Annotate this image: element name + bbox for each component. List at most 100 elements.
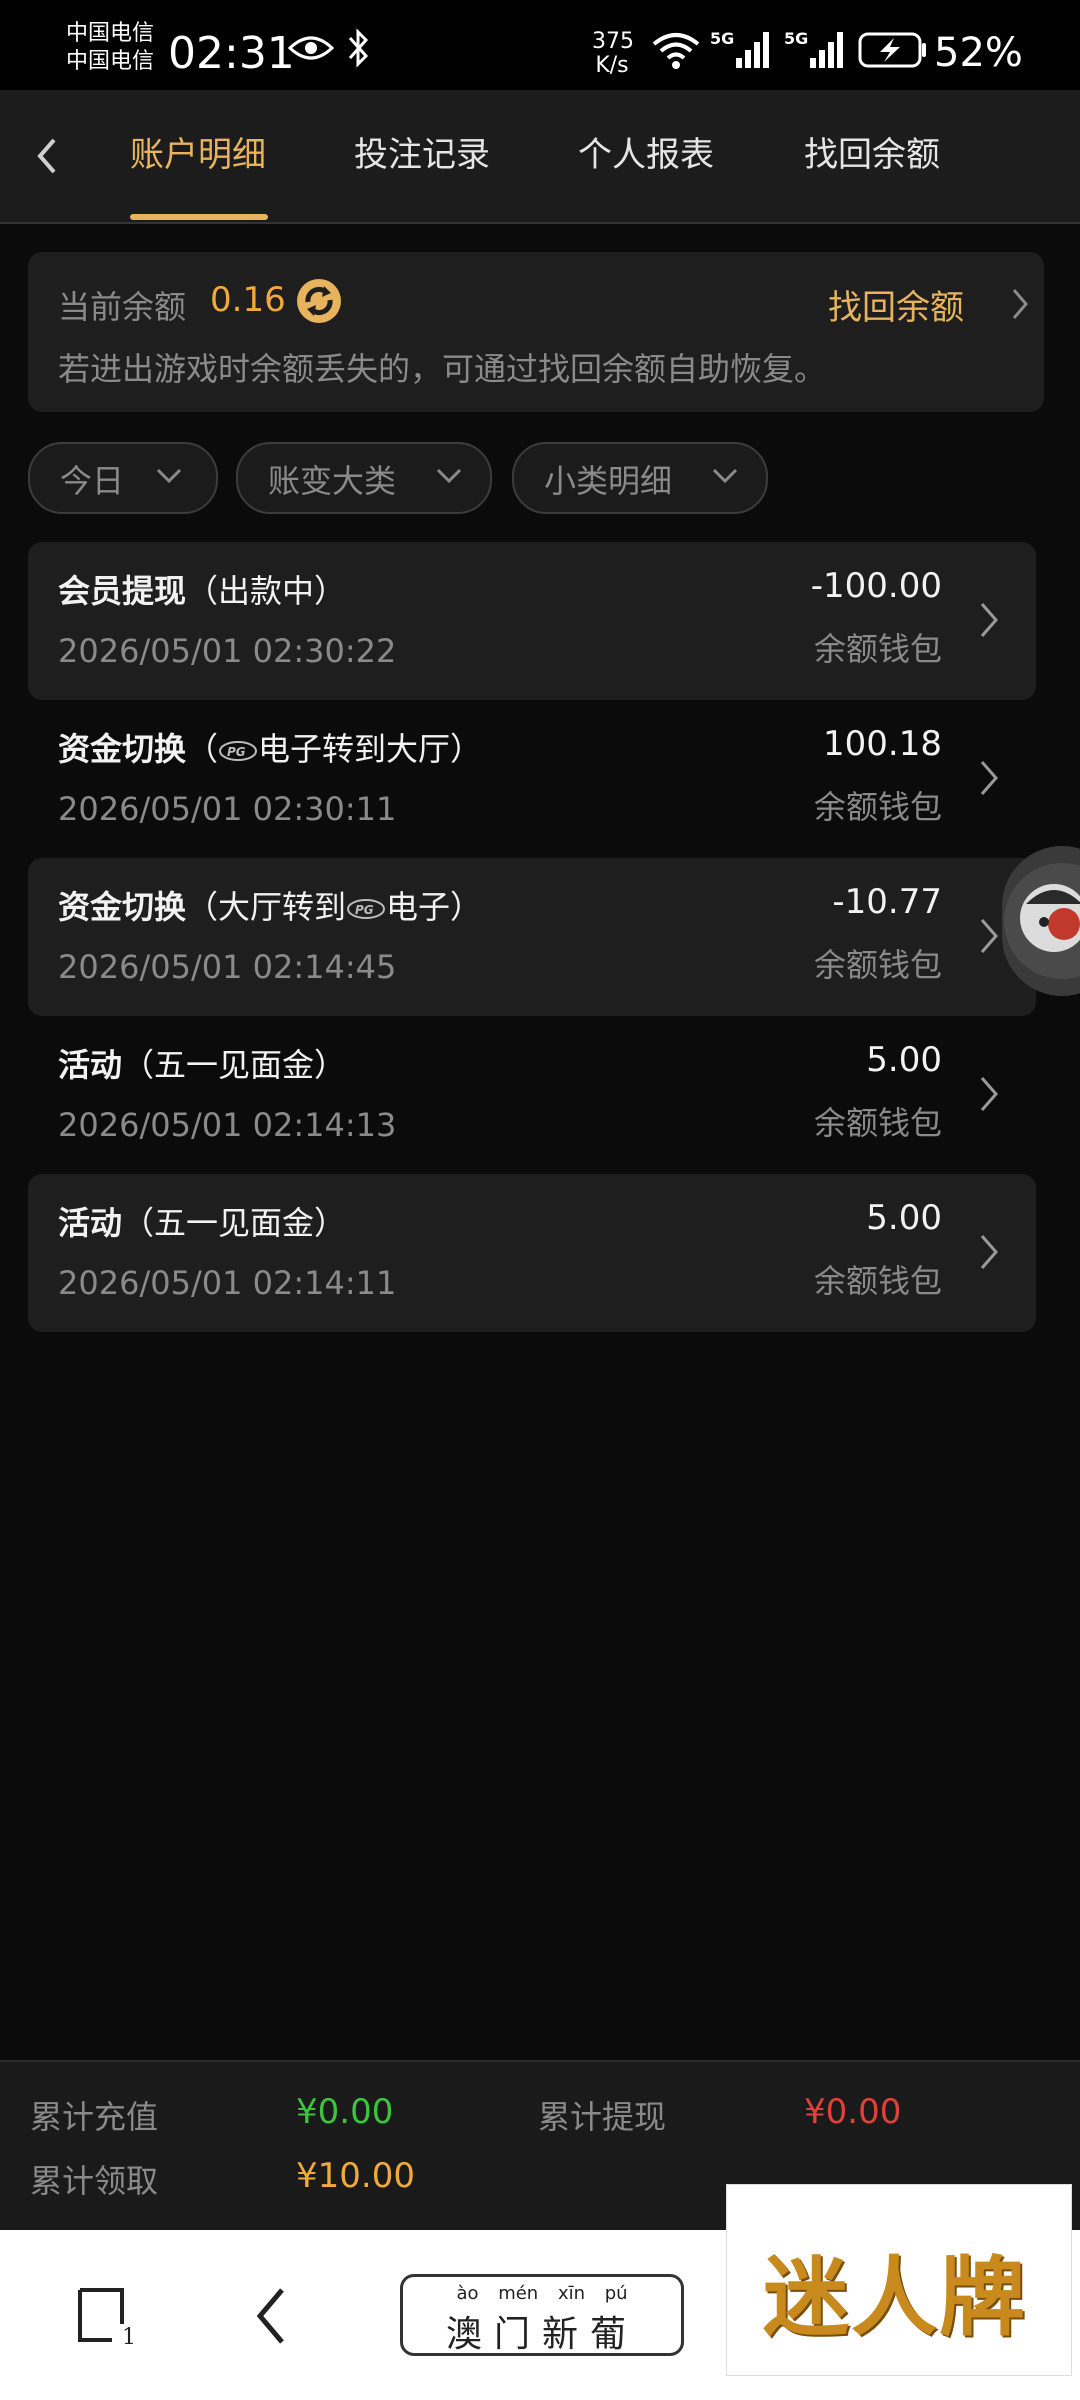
record-date: 2026/05/01 02:14:13	[58, 1106, 397, 1144]
clock: 02:31	[168, 28, 295, 79]
record-amount: -10.77	[832, 882, 942, 922]
svg-text:5G: 5G	[710, 29, 734, 48]
tab-account-details[interactable]: 账户明细	[130, 130, 266, 190]
total-deposit-value: ¥0.00	[296, 2092, 394, 2132]
signal-5g-icon: 5G	[784, 29, 843, 68]
total-withdraw-value: ¥0.00	[804, 2092, 902, 2132]
balance-label: 当前余额	[58, 288, 187, 326]
record-date: 2026/05/01 02:14:11	[58, 1264, 397, 1302]
chevron-right-icon	[980, 603, 998, 637]
filter-date-label: 今日	[60, 462, 125, 500]
svg-text:PG: PG	[355, 903, 374, 917]
chevron-right-icon	[980, 919, 998, 953]
record-detail: （	[186, 730, 219, 768]
record-title: 活动（五一见面金）	[58, 1040, 346, 1086]
browser-back-icon[interactable]	[252, 2284, 292, 2348]
battery-charging-icon	[858, 32, 926, 68]
filter-subcategory-label: 小类明细	[544, 462, 673, 500]
total-withdraw-label: 累计提现	[538, 2098, 667, 2136]
record-amount: -100.00	[810, 566, 942, 606]
chevron-down-icon	[712, 468, 738, 484]
list-item[interactable]: 资金切换（ PG 电子转到大厅） 2026/05/01 02:30:11 100.1…	[28, 700, 1036, 858]
record-type: 活动	[58, 1204, 123, 1242]
carrier-label: 中国电信 中国电信	[66, 20, 166, 76]
chevron-right-icon[interactable]	[1008, 284, 1032, 324]
record-title: 活动（五一见面金）	[58, 1198, 346, 1244]
back-arrow-icon[interactable]	[28, 130, 68, 182]
watermark-logo: 迷人牌	[726, 2184, 1072, 2376]
refresh-icon[interactable]	[294, 276, 344, 326]
svg-text:PG: PG	[227, 745, 246, 759]
total-deposit-label: 累计充值	[30, 2098, 159, 2136]
list-item[interactable]: 资金切换（大厅转到 PG 电子） 2026/05/01 02:14:45 -10.7…	[28, 858, 1036, 1016]
svg-text:5G: 5G	[784, 29, 808, 48]
filter-category[interactable]: 账变大类	[236, 442, 492, 514]
balance-card: 当前余额 0.16 找回余额 若进出游戏时余额丢失的，可通过找回余额自助恢复。	[28, 252, 1044, 412]
total-claimed-value: ¥10.00	[296, 2156, 415, 2196]
network-speed: 375 K/s	[592, 29, 634, 78]
bluetooth-icon	[348, 28, 369, 68]
eye-icon	[288, 36, 334, 60]
record-title: 会员提现（出款中）	[58, 566, 346, 612]
record-wallet: 余额钱包	[813, 1262, 942, 1300]
wifi-icon	[652, 33, 700, 69]
network-speed-unit: K/s	[595, 53, 629, 78]
record-date: 2026/05/01 02:14:45	[58, 948, 397, 986]
filter-category-label: 账变大类	[268, 462, 397, 500]
record-wallet: 余额钱包	[813, 946, 942, 984]
record-detail: （大厅转到	[186, 888, 347, 926]
record-date: 2026/05/01 02:30:22	[58, 632, 397, 670]
tabs-icon[interactable]: 1	[72, 2284, 136, 2348]
tab-recover-balance[interactable]: 找回余额	[804, 130, 940, 190]
record-type: 活动	[58, 1046, 123, 1084]
brand-button[interactable]: ào mén xīn pú 澳门新葡	[400, 2274, 684, 2356]
watermark-text: 迷人牌	[763, 2247, 1027, 2348]
record-detail: （五一见面金）	[122, 1046, 347, 1084]
brand-pinyin: ào mén xīn pú	[456, 2283, 628, 2304]
total-claimed-label: 累计领取	[30, 2162, 159, 2200]
tab-bet-records[interactable]: 投注记录	[354, 130, 490, 190]
filter-date[interactable]: 今日	[28, 442, 218, 514]
chevron-down-icon	[436, 468, 462, 484]
list-item[interactable]: 活动（五一见面金） 2026/05/01 02:14:13 5.00 余额钱包	[28, 1016, 1036, 1174]
tab-personal-report[interactable]: 个人报表	[578, 130, 714, 190]
record-amount: 5.00	[866, 1198, 942, 1238]
brand-name: 澳门新葡	[445, 2314, 638, 2355]
battery-percent: 52%	[934, 30, 1023, 76]
signal-5g-icon: 5G	[710, 29, 769, 68]
carrier-line-2: 中国电信	[66, 49, 155, 74]
balance-hint: 若进出游戏时余额丢失的，可通过找回余额自助恢复。	[58, 350, 827, 388]
record-detail: （五一见面金）	[122, 1204, 347, 1242]
record-detail: （出款中）	[186, 572, 347, 610]
top-nav: 账户明细 投注记录 个人报表 找回余额	[0, 90, 1080, 224]
record-wallet: 余额钱包	[813, 630, 942, 668]
record-amount: 100.18	[823, 724, 942, 764]
carrier-line-1: 中国电信	[66, 21, 155, 46]
chevron-down-icon	[156, 468, 182, 484]
status-bar: 中国电信 中国电信 02:31 375 K/s 5G 5G 52%	[0, 0, 1080, 90]
list-item[interactable]: 会员提现（出款中） 2026/05/01 02:30:22 -100.00 余额…	[28, 542, 1036, 700]
record-detail-suffix: 电子转到大厅）	[258, 730, 483, 768]
list-item[interactable]: 活动（五一见面金） 2026/05/01 02:14:11 5.00 余额钱包	[28, 1174, 1036, 1332]
filter-subcategory[interactable]: 小类明细	[512, 442, 768, 514]
record-type: 资金切换	[58, 730, 187, 768]
recover-balance-link[interactable]: 找回余额	[828, 280, 964, 329]
chevron-right-icon	[980, 1235, 998, 1269]
record-wallet: 余额钱包	[813, 788, 942, 826]
pg-logo-icon: PG	[219, 741, 258, 761]
record-wallet: 余额钱包	[813, 1104, 942, 1142]
record-detail-suffix: 电子）	[386, 888, 483, 926]
tab-count: 1	[122, 2325, 136, 2348]
chevron-right-icon	[980, 761, 998, 795]
record-type: 资金切换	[58, 888, 187, 926]
pg-logo-icon: PG	[347, 899, 386, 919]
network-speed-value: 375	[592, 29, 634, 54]
balance-value: 0.16	[210, 280, 286, 320]
chevron-right-icon	[980, 1077, 998, 1111]
record-amount: 5.00	[866, 1040, 942, 1080]
record-title: 资金切换（ PG 电子转到大厅）	[58, 724, 482, 770]
record-title: 资金切换（大厅转到 PG 电子）	[58, 882, 482, 928]
record-type: 会员提现	[58, 572, 187, 610]
active-tab-indicator	[130, 214, 268, 220]
record-date: 2026/05/01 02:30:11	[58, 790, 397, 828]
